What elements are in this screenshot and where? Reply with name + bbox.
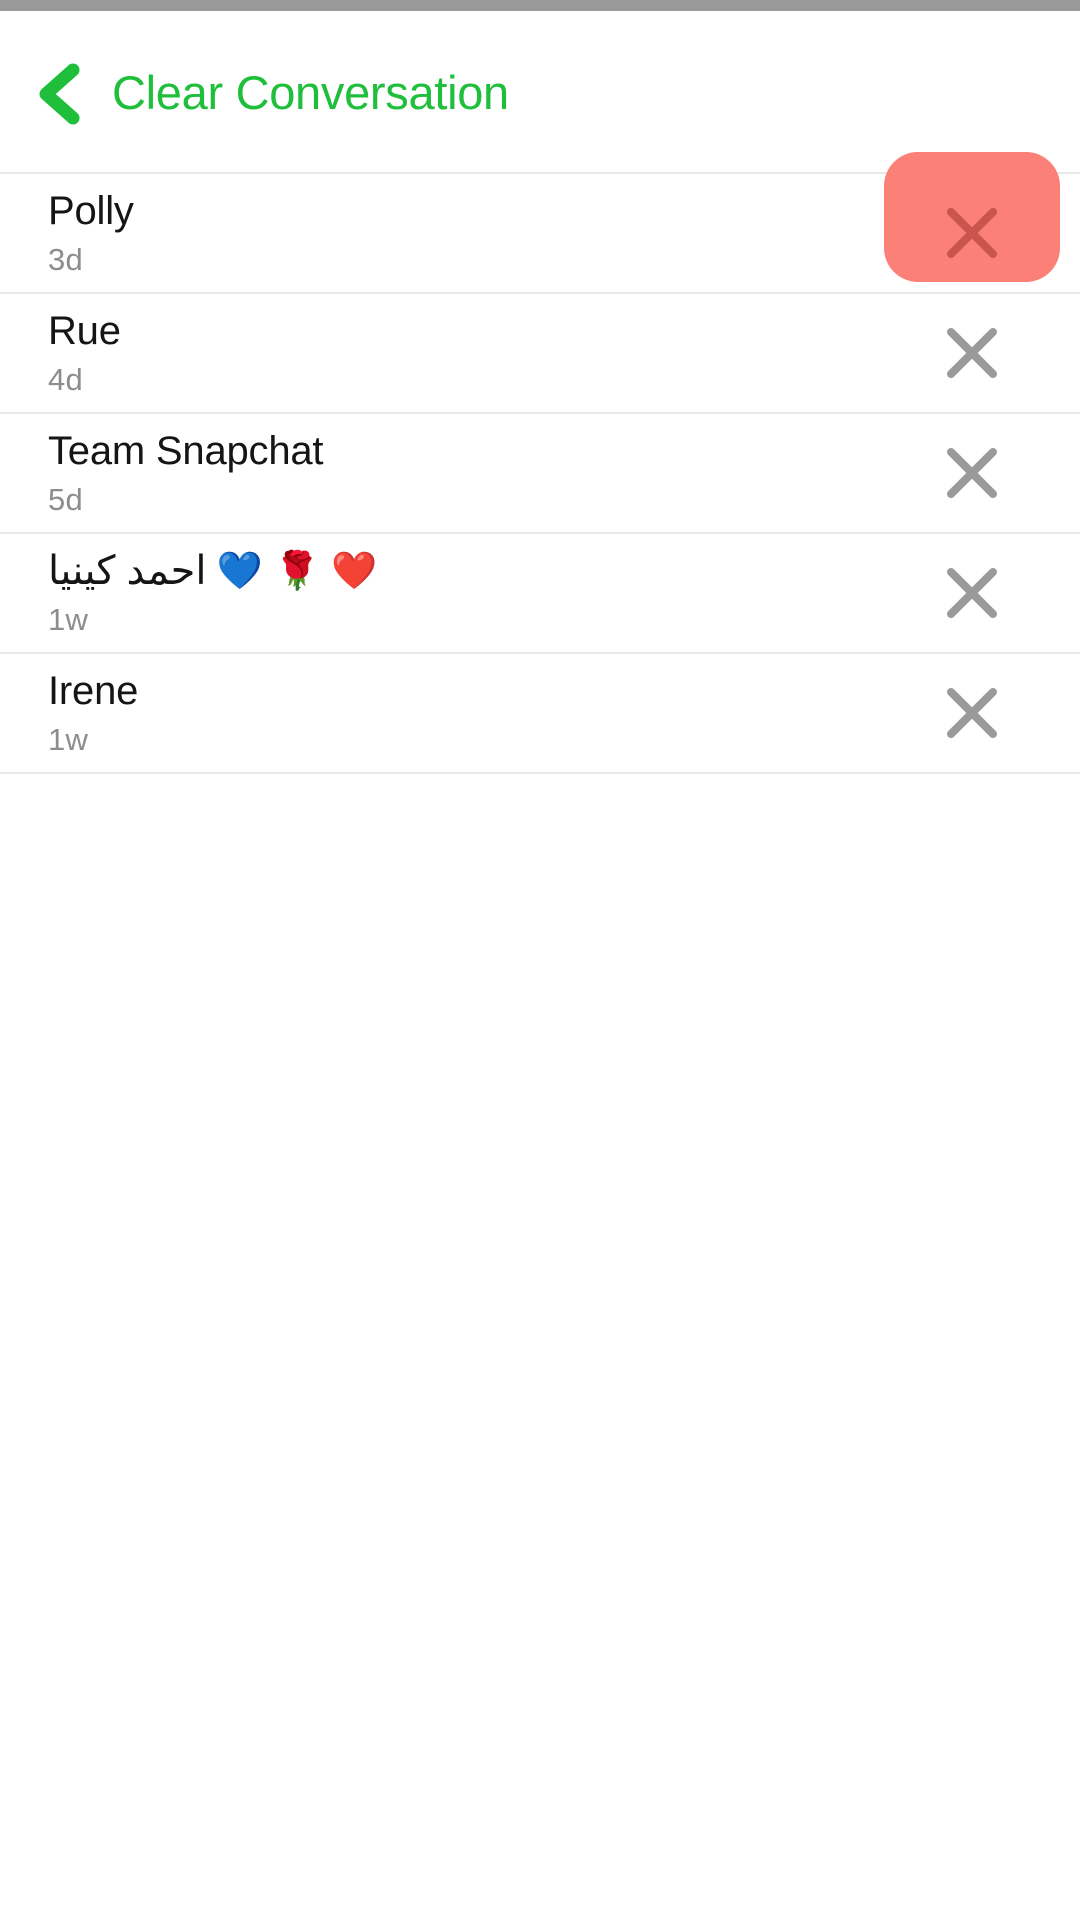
list-item-text: Rue 4d: [0, 309, 884, 398]
close-x-icon: [945, 566, 999, 620]
list-item[interactable]: Polly 3d: [0, 152, 1080, 292]
close-x-icon: [945, 206, 999, 260]
list-item[interactable]: Team Snapchat 5d: [0, 414, 1080, 532]
conversation-list: Polly 3d Rue 4d Team Snapchat 5d احمد كي…: [0, 152, 1080, 774]
close-x-icon: [945, 326, 999, 380]
delete-conversation-button[interactable]: [884, 294, 1060, 412]
page-title: Clear Conversation: [112, 66, 509, 119]
chevron-left-icon: [33, 63, 85, 125]
conversation-name: احمد كينيا 💙 🌹 ❤️: [48, 549, 884, 594]
conversation-name-emoji: 💙 🌹 ❤️: [216, 549, 378, 593]
list-item-text: Polly 3d: [0, 189, 884, 278]
conversation-name: Team Snapchat: [48, 429, 884, 474]
conversation-name-label: Irene: [48, 668, 139, 713]
conversation-name-label: Rue: [48, 308, 121, 353]
conversation-timestamp: 3d: [48, 242, 83, 278]
conversation-name: Polly: [48, 189, 884, 234]
conversation-timestamp: 1w: [48, 602, 89, 638]
conversation-name: Rue: [48, 309, 884, 354]
conversation-name: Irene: [48, 669, 884, 714]
conversation-name-label: احمد كينيا: [48, 548, 207, 593]
list-item-text: احمد كينيا 💙 🌹 ❤️ 1w: [0, 549, 884, 638]
list-item-text: Team Snapchat 5d: [0, 429, 884, 518]
list-divider: [0, 772, 1080, 774]
delete-conversation-button[interactable]: [884, 414, 1060, 532]
conversation-timestamp: 4d: [48, 362, 83, 398]
list-item[interactable]: Irene 1w: [0, 654, 1080, 772]
header-bar: Clear Conversation: [0, 11, 1080, 172]
delete-conversation-button[interactable]: [884, 534, 1060, 652]
list-item[interactable]: احمد كينيا 💙 🌹 ❤️ 1w: [0, 534, 1080, 652]
conversation-name-label: Team Snapchat: [48, 428, 324, 473]
close-x-icon: [945, 446, 999, 500]
conversation-name-label: Polly: [48, 188, 134, 233]
close-x-icon: [945, 686, 999, 740]
delete-conversation-button[interactable]: [884, 654, 1060, 772]
list-item[interactable]: Rue 4d: [0, 294, 1080, 412]
conversation-timestamp: 5d: [48, 482, 83, 518]
list-item-text: Irene 1w: [0, 669, 884, 758]
status-bar: [0, 0, 1080, 11]
delete-conversation-button[interactable]: [884, 152, 1060, 292]
conversation-timestamp: 1w: [48, 722, 89, 758]
back-button[interactable]: [33, 63, 85, 125]
